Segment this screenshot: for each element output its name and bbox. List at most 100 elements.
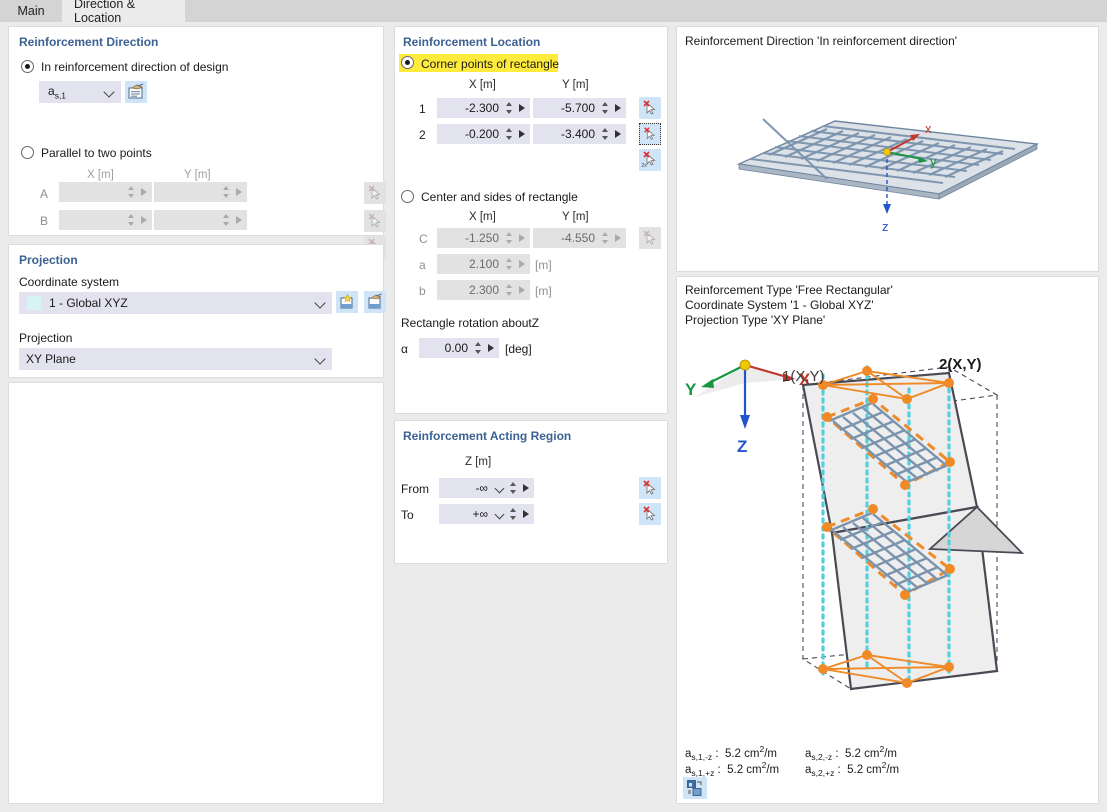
side-b-unit: [m] (535, 284, 552, 298)
expand-arrow-icon[interactable] (521, 506, 533, 522)
corner-2-x-input[interactable]: -0.200 (437, 124, 530, 144)
expand-arrow-icon[interactable] (234, 184, 246, 200)
chevron-down-icon[interactable] (492, 480, 508, 496)
global-axis-z-label: Z (737, 437, 747, 456)
free-rectangular-reinforcement-3d-graphic: X Y Z 1(X,Y) 2(X,Y) (685, 356, 1025, 691)
spinner-icon[interactable] (126, 184, 137, 200)
expand-arrow-icon[interactable] (517, 100, 529, 116)
acting-region-from-value: -∞ (475, 481, 488, 495)
parallel-a-x-input[interactable] (59, 182, 152, 202)
spinner-icon[interactable] (504, 126, 515, 142)
pick-region-from-button[interactable] (639, 477, 661, 499)
radio-center-and-sides-label: Center and sides of rectangle (421, 190, 578, 204)
spinner-icon[interactable] (600, 100, 611, 116)
pick-corner-point-2-button[interactable] (639, 123, 661, 145)
expand-arrow-icon[interactable] (234, 212, 246, 228)
radio-parallel-to-two-points[interactable] (21, 146, 34, 159)
parallel-a-y-input[interactable] (154, 182, 247, 202)
svg-text:2x: 2x (642, 163, 648, 169)
side-b-input[interactable]: 2.300 (437, 280, 530, 300)
spinner-icon[interactable] (221, 184, 232, 200)
spinner-icon[interactable] (504, 282, 515, 298)
pick-point-a-button[interactable] (364, 182, 386, 204)
expand-arrow-icon[interactable] (517, 256, 529, 272)
expand-arrow-icon[interactable] (517, 282, 529, 298)
radio-center-and-sides-of-rectangle[interactable] (401, 190, 414, 203)
pick-two-points-icon: 2x (642, 151, 656, 169)
expand-arrow-icon[interactable] (613, 126, 625, 142)
spinner-icon[interactable] (600, 230, 611, 246)
spinner-icon[interactable] (221, 212, 232, 228)
expand-arrow-icon[interactable] (517, 126, 529, 142)
pick-point-icon (643, 480, 656, 495)
pick-point-icon (368, 185, 381, 200)
coordinate-system-combo[interactable]: 1 - Global XYZ (19, 292, 332, 314)
radio-corner-points-of-rectangle[interactable] (401, 56, 414, 69)
corner-2-x-value: -0.200 (464, 127, 499, 141)
center-c-y-input[interactable]: -4.550 (533, 228, 626, 248)
acting-region-to-input[interactable]: +∞ (439, 504, 534, 524)
chevron-down-icon[interactable] (492, 506, 508, 522)
projection-type-value: XY Plane (26, 352, 76, 366)
tab-direction-location[interactable]: Direction & Location (62, 0, 185, 25)
projection-type-combo[interactable]: XY Plane (19, 348, 332, 370)
direction-view-caption: Reinforcement Direction 'In reinforcemen… (685, 34, 958, 48)
new-coordinate-system-button[interactable] (336, 291, 358, 313)
side-a-unit: [m] (535, 258, 552, 272)
spinner-icon[interactable] (600, 126, 611, 142)
rotation-angle-input[interactable]: 0.00 (419, 338, 499, 358)
reinforcement-direction-view-panel: Reinforcement Direction 'In reinforcemen… (676, 26, 1099, 272)
acting-region-from-input[interactable]: -∞ (439, 478, 534, 498)
side-a-input[interactable]: 2.100 (437, 254, 530, 274)
corner-2-y-input[interactable]: -3.400 (533, 124, 626, 144)
spinner-icon[interactable] (508, 506, 519, 522)
chevron-down-icon (311, 293, 331, 313)
pick-point-icon (644, 127, 655, 140)
pick-center-point-button[interactable] (639, 227, 661, 249)
view-settings-button[interactable] (683, 777, 707, 799)
acting-region-from-label: From (401, 482, 429, 496)
acting-region-to-value: +∞ (472, 507, 488, 521)
expand-arrow-icon[interactable] (139, 212, 151, 228)
expand-arrow-icon[interactable] (517, 230, 529, 246)
expand-arrow-icon[interactable] (613, 100, 625, 116)
spinner-icon[interactable] (504, 230, 515, 246)
axis-y-label: y (930, 154, 937, 169)
spinner-icon[interactable] (504, 256, 515, 272)
edit-direction-button[interactable] (125, 81, 147, 103)
center-row-c-label: C (419, 232, 428, 246)
rectangle-rotation-label: Rectangle rotation aboutZ (401, 316, 540, 330)
parallel-b-y-input[interactable] (154, 210, 247, 230)
pick-point-b-button[interactable] (364, 210, 386, 232)
corner-row-2-label: 2 (419, 128, 426, 142)
spinner-icon[interactable] (508, 480, 519, 496)
reinforcement-direction-3d-graphic: x y z (736, 118, 1040, 234)
spinner-icon[interactable] (504, 100, 515, 116)
expand-arrow-icon[interactable] (139, 184, 151, 200)
pick-region-to-button[interactable] (639, 503, 661, 525)
edit-properties-icon (128, 83, 144, 99)
edit-coordinate-system-button[interactable] (364, 291, 386, 313)
center-c-x-input[interactable]: -1.250 (437, 228, 530, 248)
spinner-icon[interactable] (473, 340, 484, 356)
center-c-x-value: -1.250 (464, 231, 499, 245)
tab-main[interactable]: Main (0, 0, 62, 22)
parallel-row-b-label: B (40, 214, 49, 228)
corner-1-y-input[interactable]: -5.700 (533, 98, 626, 118)
pick-point-icon (643, 100, 656, 115)
radio-in-reinforcement-direction[interactable] (21, 60, 34, 73)
parallel-b-x-input[interactable] (59, 210, 152, 230)
pick-two-corner-points-button[interactable]: 2x (639, 149, 661, 171)
tab-bar: Main Direction & Location (0, 0, 1107, 25)
pick-corner-point-1-button[interactable] (639, 97, 661, 119)
corner-1-x-input[interactable]: -2.300 (437, 98, 530, 118)
design-direction-combo[interactable]: as,1 (39, 81, 121, 103)
expand-arrow-icon[interactable] (486, 340, 498, 356)
side-a-label: a (419, 258, 426, 272)
spinner-icon[interactable] (126, 212, 137, 228)
global-axis-y-label: Y (685, 380, 697, 399)
center-col-x-header: X [m] (469, 211, 496, 223)
expand-arrow-icon[interactable] (521, 480, 533, 496)
expand-arrow-icon[interactable] (613, 230, 625, 246)
corner-point-1-label: 1(X,Y) (782, 368, 825, 385)
